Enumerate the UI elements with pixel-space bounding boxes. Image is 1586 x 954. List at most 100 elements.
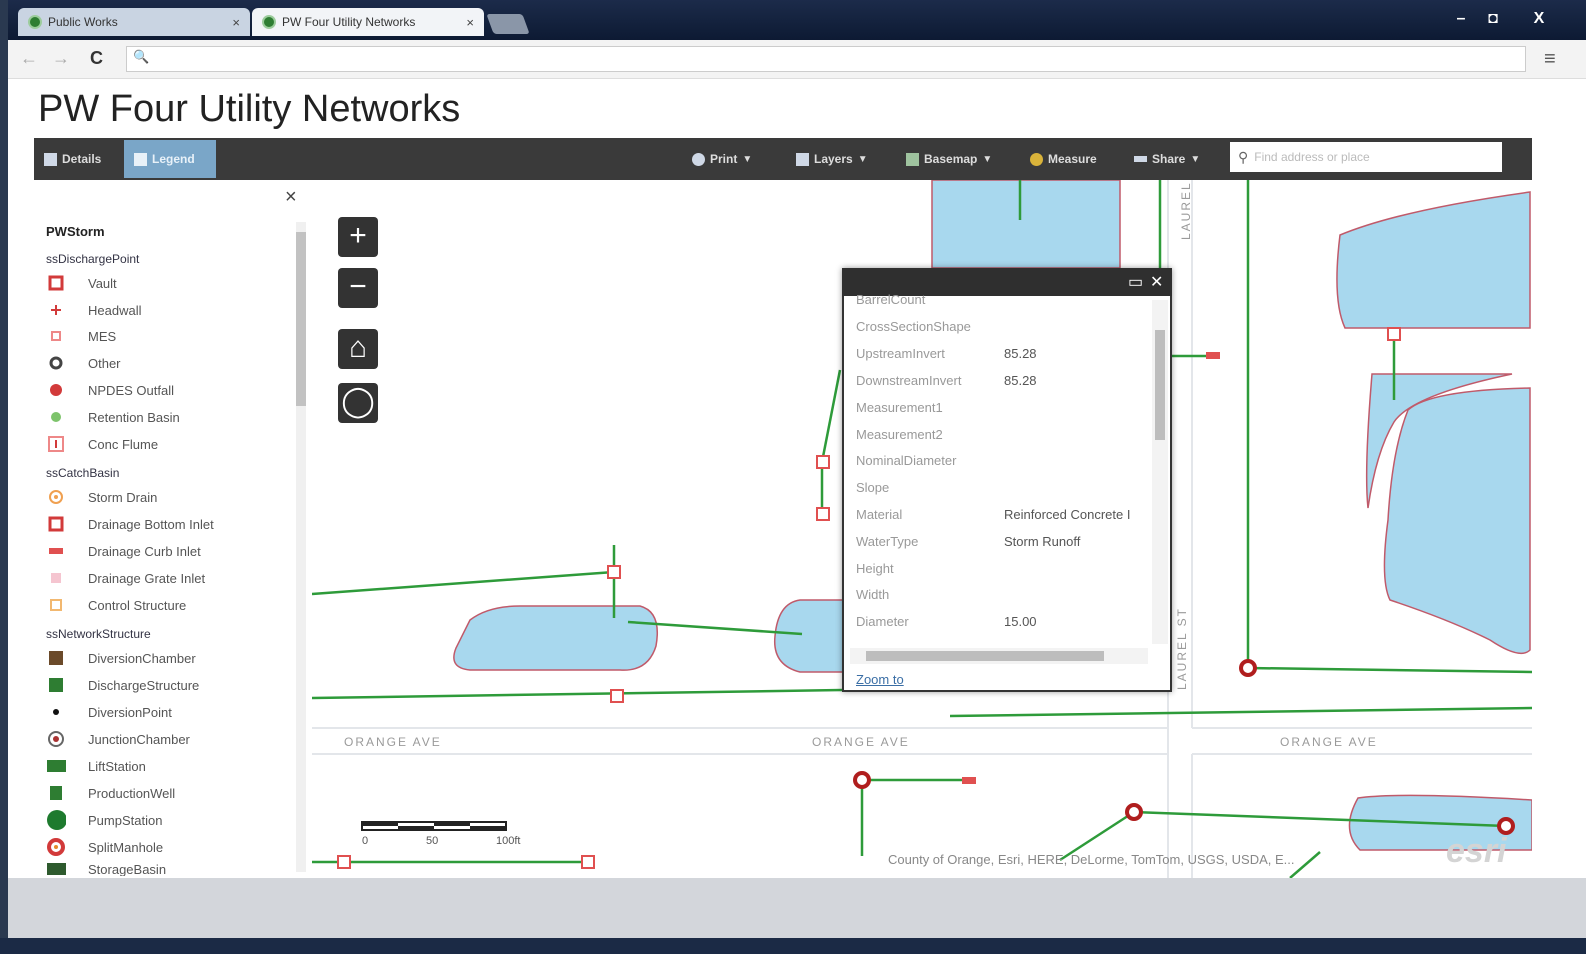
print-button[interactable]: Print ▼ <box>692 146 752 172</box>
control-structure-symbol-icon <box>46 595 66 615</box>
search-input[interactable]: ⚲ Find address or place <box>1230 142 1502 172</box>
legend-item: StorageBasin <box>46 862 166 876</box>
browser-tab-pw-four-utility-networks[interactable]: PW Four Utility Networks × <box>252 8 484 36</box>
legend-group-name: ssNetworkStructure <box>46 627 151 641</box>
legend-item: LiftStation <box>46 756 146 776</box>
zoom-out-button[interactable]: − <box>338 268 378 308</box>
layers-button[interactable]: Layers ▼ <box>796 146 868 172</box>
tab-close-icon[interactable]: × <box>466 15 474 30</box>
browser-tab-public-works[interactable]: Public Works × <box>18 8 250 36</box>
pond <box>453 605 658 671</box>
page-title: PW Four Utility Networks <box>38 88 461 130</box>
close-window-button[interactable]: X <box>1524 8 1554 30</box>
close-icon[interactable]: × <box>285 186 297 209</box>
popup-scrollbar-thumb[interactable] <box>1155 330 1165 440</box>
catch-basin[interactable] <box>1387 327 1401 341</box>
npdes-outfall-symbol-icon <box>46 380 66 400</box>
tab-label: PW Four Utility Networks <box>282 15 416 29</box>
pond <box>1383 387 1531 655</box>
layers-icon <box>796 152 809 166</box>
forward-icon[interactable]: → <box>52 48 70 69</box>
locate-button[interactable]: ◯ <box>338 383 378 423</box>
manhole[interactable] <box>1239 659 1257 677</box>
popup-field-row: BarrelCount <box>856 292 926 307</box>
street-label: ORANGE AVE <box>812 735 910 749</box>
legend-item: DiversionChamber <box>46 648 196 668</box>
globe-icon <box>262 15 276 29</box>
popup-field-row: CrossSectionShape <box>856 319 971 334</box>
discharge-structure-symbol-icon <box>46 675 66 695</box>
new-tab-button[interactable] <box>486 14 530 34</box>
zoom-in-button[interactable]: + <box>338 217 378 257</box>
catch-basin[interactable] <box>337 855 351 869</box>
manhole[interactable] <box>853 771 871 789</box>
legend-item: Drainage Grate Inlet <box>46 568 205 588</box>
chevron-down-icon: ▼ <box>1190 153 1201 165</box>
legend-item: ProductionWell <box>46 783 175 803</box>
maximize-icon[interactable]: ▭ <box>1128 272 1143 292</box>
legend-group-name: ssDischargePoint <box>46 252 140 266</box>
legend-item: Storm Drain <box>46 487 157 507</box>
reload-icon[interactable]: C <box>90 48 103 69</box>
catch-basin[interactable] <box>610 689 624 703</box>
svg-text:50: 50 <box>426 835 438 847</box>
browser-menu-icon[interactable]: ≡ <box>1544 48 1556 71</box>
popup-field-row: UpstreamInvert 85.28 <box>856 346 1037 361</box>
catch-basin[interactable] <box>816 455 830 469</box>
legend-item: Retention Basin <box>46 407 180 427</box>
other-symbol-icon <box>46 353 66 373</box>
manhole[interactable] <box>1497 817 1515 835</box>
lift-station-symbol-icon <box>46 756 66 776</box>
share-icon <box>1134 156 1147 162</box>
address-bar[interactable]: 🔍 <box>126 46 1526 72</box>
legend-icon <box>134 152 147 166</box>
curb-inlet[interactable] <box>1206 352 1220 359</box>
popup-field-row: Height <box>856 561 894 576</box>
legend-item: Other <box>46 353 121 373</box>
legend-item: Control Structure <box>46 595 186 615</box>
catch-basin[interactable] <box>816 507 830 521</box>
minimize-button[interactable]: – <box>1446 8 1476 30</box>
pond <box>773 599 851 673</box>
drainage-curb-inlet-symbol-icon <box>46 541 66 561</box>
search-placeholder: Find address or place <box>1254 150 1370 164</box>
catch-basin[interactable] <box>581 855 595 869</box>
popup-field-row: Diameter 15.00 <box>856 614 1037 629</box>
maximize-button[interactable]: ◘ <box>1478 8 1508 30</box>
popup-field-row: Measurement2 <box>856 427 943 442</box>
back-icon[interactable]: ← <box>20 48 38 69</box>
street-label: LAUREL ST <box>1175 607 1189 690</box>
search-icon: 🔍 <box>133 49 150 64</box>
legend-item: JunctionChamber <box>46 729 190 749</box>
popup-field-row: Slope <box>856 480 890 495</box>
os-taskbar <box>0 938 1586 954</box>
popup-field-row: WaterType Storm Runoff <box>856 534 1081 549</box>
legend-item: Drainage Bottom Inlet <box>46 514 214 534</box>
manhole[interactable] <box>1125 803 1143 821</box>
details-icon <box>44 152 57 166</box>
popup-hscrollbar-thumb[interactable] <box>866 651 1104 661</box>
chevron-down-icon: ▼ <box>982 153 993 165</box>
legend-root-layer: PWStorm <box>46 224 105 239</box>
chevron-down-icon: ▼ <box>857 153 868 165</box>
search-icon: ⚲ <box>1238 148 1249 165</box>
share-button[interactable]: Share ▼ <box>1134 146 1200 172</box>
page-footer-area <box>8 878 1586 938</box>
legend-item: Headwall <box>46 300 141 320</box>
window-frame <box>0 0 8 954</box>
svg-text:100ft: 100ft <box>496 835 520 847</box>
home-button[interactable]: ⌂ <box>338 329 378 369</box>
measure-button[interactable]: Measure <box>1030 146 1097 172</box>
details-button[interactable]: Details <box>44 146 101 172</box>
zoom-to-link[interactable]: Zoom to <box>856 672 904 687</box>
diversion-chamber-symbol-icon <box>46 648 66 668</box>
legend-button-content[interactable]: Legend <box>134 146 195 172</box>
svg-text:0: 0 <box>362 835 368 847</box>
legend-scrollbar-thumb[interactable] <box>296 232 306 406</box>
curb-inlet[interactable] <box>962 777 976 784</box>
basemap-icon <box>906 152 919 166</box>
close-icon[interactable]: ✕ <box>1150 272 1163 292</box>
catch-basin[interactable] <box>607 565 621 579</box>
tab-close-icon[interactable]: × <box>232 15 240 30</box>
basemap-button[interactable]: Basemap ▼ <box>906 146 992 172</box>
